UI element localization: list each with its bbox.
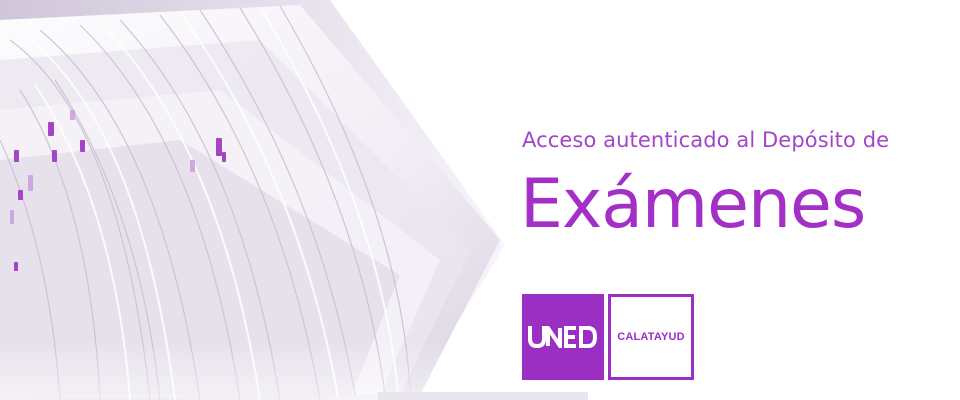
center-logo[interactable]: CALATAYUD — [608, 294, 694, 380]
uned-logo[interactable] — [522, 294, 604, 380]
page-title: Exámenes — [520, 165, 866, 244]
header-banner: Acceso autenticado al Depósito de Exámen… — [0, 0, 960, 400]
stacked-papers-illustration — [0, 0, 520, 400]
center-logo-label: CALATAYUD — [617, 331, 685, 343]
logo-group: CALATAYUD — [522, 294, 694, 380]
subtitle: Acceso autenticado al Depósito de — [522, 128, 890, 152]
bottom-divider — [378, 392, 588, 400]
uned-wordmark-icon — [528, 326, 598, 348]
